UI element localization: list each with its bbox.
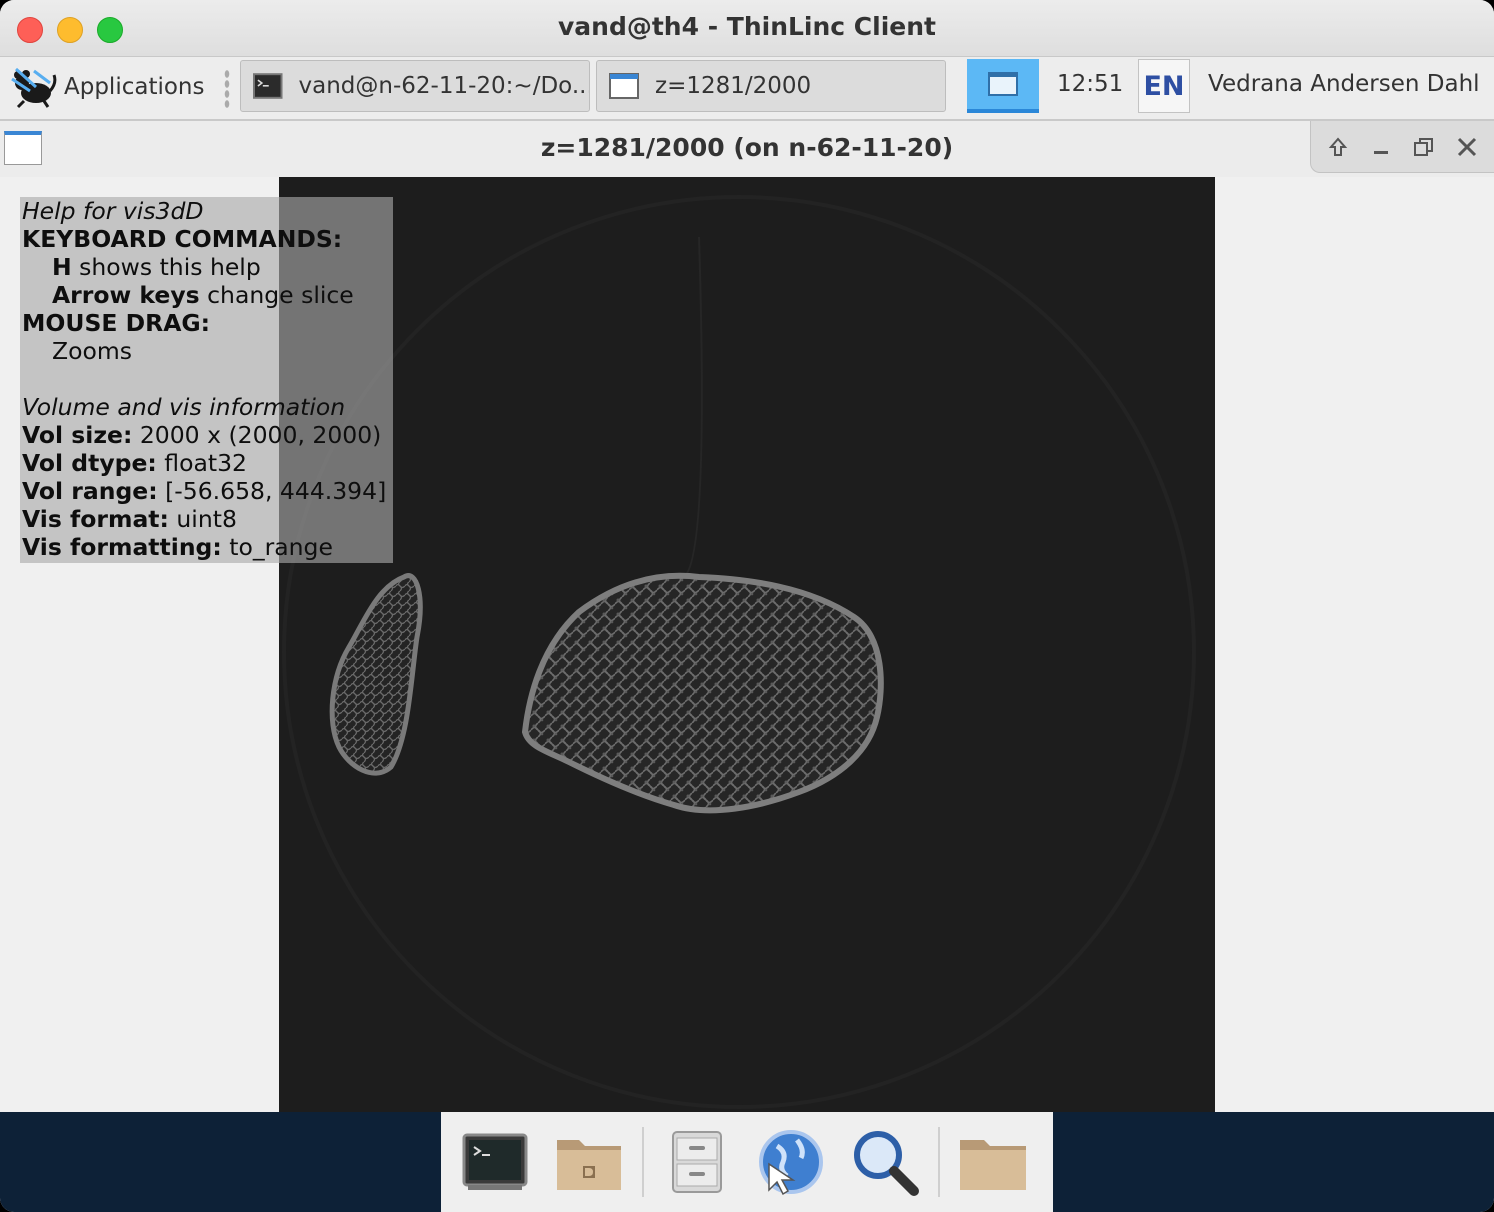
info-vis-format: Vis format: uint8 <box>22 505 393 533</box>
terminal-icon <box>462 1133 528 1190</box>
close-icon <box>1457 137 1476 156</box>
help-line-arrows: Arrow keys change slice <box>22 281 393 309</box>
info-heading: Volume and vis information <box>22 393 346 421</box>
window-controls <box>1310 121 1494 173</box>
viewer-content: Help for vis3dD KEYBOARD COMMANDS: H sho… <box>0 177 1494 1112</box>
dock-search[interactable] <box>845 1122 925 1202</box>
arrow-up-icon <box>1329 136 1348 156</box>
info-value: 2000 x (2000, 2000) <box>132 421 382 449</box>
taskbar-item-viewer[interactable]: z=1281/2000 <box>596 60 946 112</box>
info-vol-dtype: Vol dtype: float32 <box>22 449 393 477</box>
info-label: Vis formatting: <box>22 533 222 561</box>
mac-titlebar: vand@th4 - ThinLinc Client <box>0 0 1494 57</box>
help-overlay: Help for vis3dD KEYBOARD COMMANDS: H sho… <box>20 197 393 563</box>
applications-label: Applications <box>64 74 205 100</box>
info-label: Vis format: <box>22 505 169 533</box>
web-browser-icon <box>759 1130 823 1196</box>
xfce-mouse-icon <box>11 67 57 109</box>
close-button[interactable] <box>1451 131 1483 163</box>
keyboard-commands-heading: KEYBOARD COMMANDS: <box>22 225 343 253</box>
dock-separator <box>938 1127 940 1197</box>
workspace-window-icon <box>988 72 1018 96</box>
minimize-button[interactable] <box>1365 131 1397 163</box>
help-heading: Help for vis3dD <box>22 197 204 225</box>
key-h-desc: shows this help <box>71 253 261 281</box>
info-value: uint8 <box>168 505 237 533</box>
dock-web-browser[interactable] <box>751 1122 831 1202</box>
home-folder-icon <box>557 1140 621 1190</box>
help-line-h: H shows this help <box>22 253 393 281</box>
app-window-titlebar[interactable]: z=1281/2000 (on n-62-11-20) <box>0 121 1494 177</box>
keyboard-layout-indicator[interactable]: EN <box>1138 59 1190 113</box>
key-arrows: Arrow keys <box>52 281 200 309</box>
ct-slice-image <box>282 195 1196 1109</box>
window-icon <box>609 73 639 99</box>
terminal-icon <box>253 73 283 99</box>
dock-folder[interactable] <box>953 1122 1033 1202</box>
dock-terminal[interactable] <box>455 1122 535 1202</box>
dock-file-manager[interactable] <box>657 1122 737 1202</box>
search-icon <box>854 1131 919 1196</box>
info-label: Vol range: <box>22 477 158 505</box>
taskbar-item-label: vand@n-62-11-20:~/Do... <box>298 73 589 99</box>
maximize-button[interactable] <box>1408 131 1440 163</box>
info-value: to_range <box>221 533 333 561</box>
clock[interactable]: 12:51 <box>1057 71 1123 97</box>
info-label: Vol dtype: <box>22 449 157 477</box>
info-label: Vol size: <box>22 421 133 449</box>
minimize-icon <box>1374 150 1389 154</box>
bottom-dock <box>441 1112 1053 1212</box>
mouse-drag-heading: MOUSE DRAG: <box>22 309 211 337</box>
app-window-title: z=1281/2000 (on n-62-11-20) <box>540 133 954 162</box>
info-value: [-56.658, 444.394] <box>157 477 387 505</box>
taskbar-item-label: z=1281/2000 <box>655 73 812 99</box>
user-name[interactable]: Vedrana Andersen Dahl <box>1208 71 1480 97</box>
slice-image-canvas[interactable] <box>279 177 1215 1112</box>
thinlinc-client-window: vand@th4 - ThinLinc Client Applications <box>0 0 1494 1212</box>
folder-icon <box>960 1140 1026 1190</box>
info-value: float32 <box>156 449 247 477</box>
applications-menu-button[interactable]: Applications <box>10 62 215 112</box>
info-vol-size: Vol size: 2000 x (2000, 2000) <box>22 421 393 449</box>
info-vis-formatting: Vis formatting: to_range <box>22 533 393 561</box>
dock-home-folder[interactable] <box>549 1122 629 1202</box>
key-h: H <box>52 253 72 281</box>
taskbar-item-terminal[interactable]: vand@n-62-11-20:~/Do... <box>240 60 590 112</box>
top-panel: Applications vand@n-62-11-20:~/Do... z=1… <box>0 57 1494 121</box>
restore-icon <box>1413 137 1433 156</box>
info-vol-range: Vol range: [-56.658, 444.394] <box>22 477 393 505</box>
panel-separator <box>224 69 230 109</box>
workspace-switcher[interactable] <box>967 59 1039 113</box>
mouse-drag-desc: Zooms <box>52 337 132 365</box>
key-arrows-desc: change slice <box>199 281 354 309</box>
dock-separator <box>642 1127 644 1197</box>
shade-button[interactable] <box>1322 131 1354 163</box>
file-manager-icon <box>672 1131 722 1193</box>
window-title: vand@th4 - ThinLinc Client <box>557 12 936 41</box>
